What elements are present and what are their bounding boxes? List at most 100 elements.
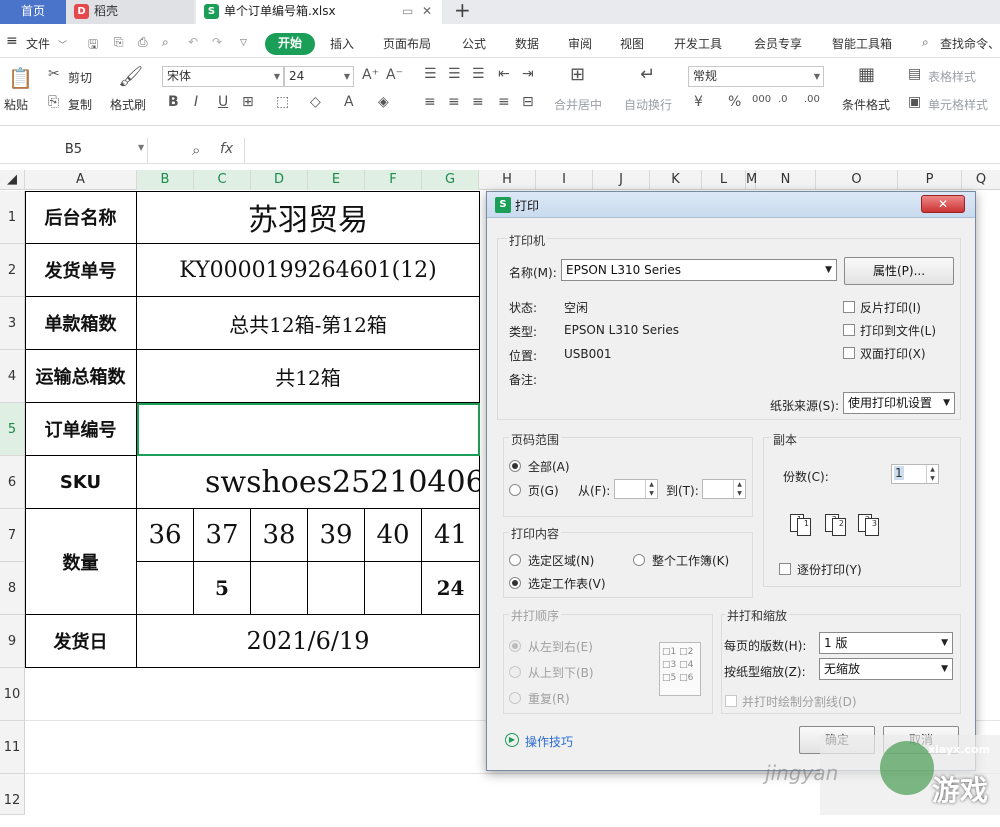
menu-review[interactable]: 审阅 [568, 35, 592, 52]
ttb-radio[interactable] [509, 666, 521, 678]
close-icon[interactable]: ✕ [921, 195, 965, 213]
properties-button[interactable]: 属性(P)... [844, 257, 954, 285]
printer-name-select[interactable]: EPSON L310 Series ▼ [561, 259, 837, 281]
fill-color-icon[interactable]: ◇ [310, 94, 321, 110]
distribute-icon[interactable]: ⊟ [522, 94, 534, 110]
qty-cell[interactable] [137, 562, 194, 615]
size-cell[interactable]: 40 [365, 509, 422, 562]
hamburger-icon[interactable]: ≡ [6, 33, 18, 49]
col-header-f[interactable]: F [365, 170, 422, 190]
row-header-9[interactable]: 9 [0, 615, 25, 668]
underline-icon[interactable]: U [218, 94, 228, 110]
font-shrink-icon[interactable]: A⁻ [386, 67, 403, 83]
play-icon[interactable]: ▶ [505, 733, 519, 747]
bold-icon[interactable]: B [168, 94, 179, 110]
table-style-button[interactable]: 表格样式 [928, 68, 976, 85]
style-icon[interactable]: ⬚ [276, 94, 289, 110]
justify-icon[interactable]: ≡ [498, 94, 510, 110]
more-icon[interactable]: ▽ [240, 38, 247, 48]
scissors-icon[interactable]: ✂ [48, 66, 60, 82]
border-icon[interactable]: ⊞ [242, 94, 254, 110]
italic-icon[interactable]: I [194, 94, 198, 110]
wrap-button[interactable]: 自动换行 [624, 96, 672, 113]
dec-decimal-icon[interactable]: .00 [804, 94, 820, 105]
table-style-icon[interactable]: ▤ [908, 66, 921, 82]
align-left-icon[interactable]: ≡ [424, 94, 436, 110]
dialog-titlebar[interactable]: S 打印 ✕ [487, 192, 975, 218]
menu-data[interactable]: 数据 [515, 35, 539, 52]
col-header-n[interactable]: N [756, 170, 816, 190]
format-painter-button[interactable]: 格式刷 [110, 96, 146, 113]
cell-a1[interactable]: 后台名称 [25, 191, 137, 244]
thousands-icon[interactable]: 000 [752, 94, 771, 105]
col-header-i[interactable]: I [536, 170, 593, 190]
cell-b1[interactable]: 苏羽贸易 [137, 191, 480, 244]
size-cell[interactable]: 36 [137, 509, 194, 562]
qty-cell[interactable]: 24 [422, 562, 480, 615]
col-header-l[interactable]: L [702, 170, 746, 190]
row-header-5[interactable]: 5 [0, 403, 25, 456]
col-header-h[interactable]: H [479, 170, 536, 190]
size-cell[interactable]: 41 [422, 509, 480, 562]
sheet-radio[interactable] [509, 577, 521, 589]
col-header-a[interactable]: A [25, 170, 137, 190]
cell-style-icon[interactable]: ▣ [908, 94, 921, 110]
row-header-12[interactable]: 12 [0, 774, 25, 815]
fx-icon[interactable]: fx [220, 141, 233, 157]
tab-home[interactable]: 首页 [0, 0, 66, 24]
cell-a3[interactable]: 单款箱数 [25, 297, 137, 350]
cell-a6[interactable]: SKU [25, 456, 137, 509]
size-cell[interactable]: 37 [194, 509, 251, 562]
align-bottom-icon[interactable]: ☰ [472, 66, 485, 82]
row-header-11[interactable]: 11 [0, 721, 25, 774]
font-select[interactable]: 宋体 ▼ [162, 66, 284, 87]
new-tab-icon[interactable]: + [454, 0, 471, 22]
window-icon[interactable]: ▭ [402, 0, 413, 22]
search-icon[interactable]: ⌕ [922, 35, 929, 50]
save-icon[interactable]: 🖫 [88, 35, 98, 56]
col-header-d[interactable]: D [251, 170, 308, 190]
menu-insert[interactable]: 插入 [330, 35, 354, 52]
ltr-radio[interactable] [509, 640, 521, 652]
col-header-q[interactable]: Q [962, 170, 1000, 190]
col-header-p[interactable]: P [898, 170, 962, 190]
per-page-select[interactable]: 1 版 ▼ [819, 632, 953, 654]
spinner-arrows-icon[interactable]: ▲ ▼ [926, 465, 938, 483]
currency-icon[interactable]: ¥ [694, 94, 703, 110]
tab-daoke[interactable]: D 稻壳 [66, 0, 194, 24]
menu-dev[interactable]: 开发工具 [674, 35, 722, 52]
select-all-corner[interactable]: ◢ [0, 170, 25, 190]
cut-button[interactable]: 剪切 [68, 69, 92, 86]
menu-layout[interactable]: 页面布局 [383, 35, 431, 52]
inc-decimal-icon[interactable]: .0 [778, 94, 788, 105]
cell-style-button[interactable]: 单元格样式 [928, 96, 988, 113]
cell-a7[interactable]: 数量 [25, 509, 137, 615]
col-header-o[interactable]: O [816, 170, 898, 190]
draw-lines-checkbox[interactable] [725, 695, 737, 707]
copy-button[interactable]: 复制 [68, 96, 92, 113]
align-top-icon[interactable]: ☰ [424, 66, 437, 82]
workbook-radio[interactable] [633, 554, 645, 566]
menu-view[interactable]: 视图 [620, 35, 644, 52]
preview-icon[interactable]: ⌕ [162, 35, 169, 50]
number-format-select[interactable]: 常规 ▼ [688, 66, 824, 87]
close-icon[interactable]: ✕ [422, 0, 432, 22]
qty-cell[interactable]: 5 [194, 562, 251, 615]
export-icon[interactable]: ⎘ [114, 35, 124, 50]
all-pages-radio[interactable] [509, 460, 521, 472]
cell-b2[interactable]: KY0000199264601(12) [137, 244, 480, 297]
wrap-icon[interactable]: ↵ [640, 64, 655, 85]
cell-a9[interactable]: 发货日 [25, 615, 137, 668]
col-header-b[interactable]: B [137, 170, 194, 190]
undo-icon[interactable]: ↶ [188, 35, 198, 49]
col-header-e[interactable]: E [308, 170, 365, 190]
cell-b3[interactable]: 总共12箱-第12箱 [137, 297, 480, 350]
qty-cell[interactable] [251, 562, 308, 615]
cell-b4[interactable]: 共12箱 [137, 350, 480, 403]
zoom-icon[interactable]: ⌕ [192, 141, 200, 159]
menu-formula[interactable]: 公式 [462, 35, 486, 52]
col-header-k[interactable]: K [650, 170, 702, 190]
scale-select[interactable]: 无缩放 ▼ [819, 658, 953, 680]
menu-file[interactable]: 文件 [26, 35, 50, 52]
paper-source-select[interactable]: 使用打印机设置 ▼ [843, 392, 955, 414]
